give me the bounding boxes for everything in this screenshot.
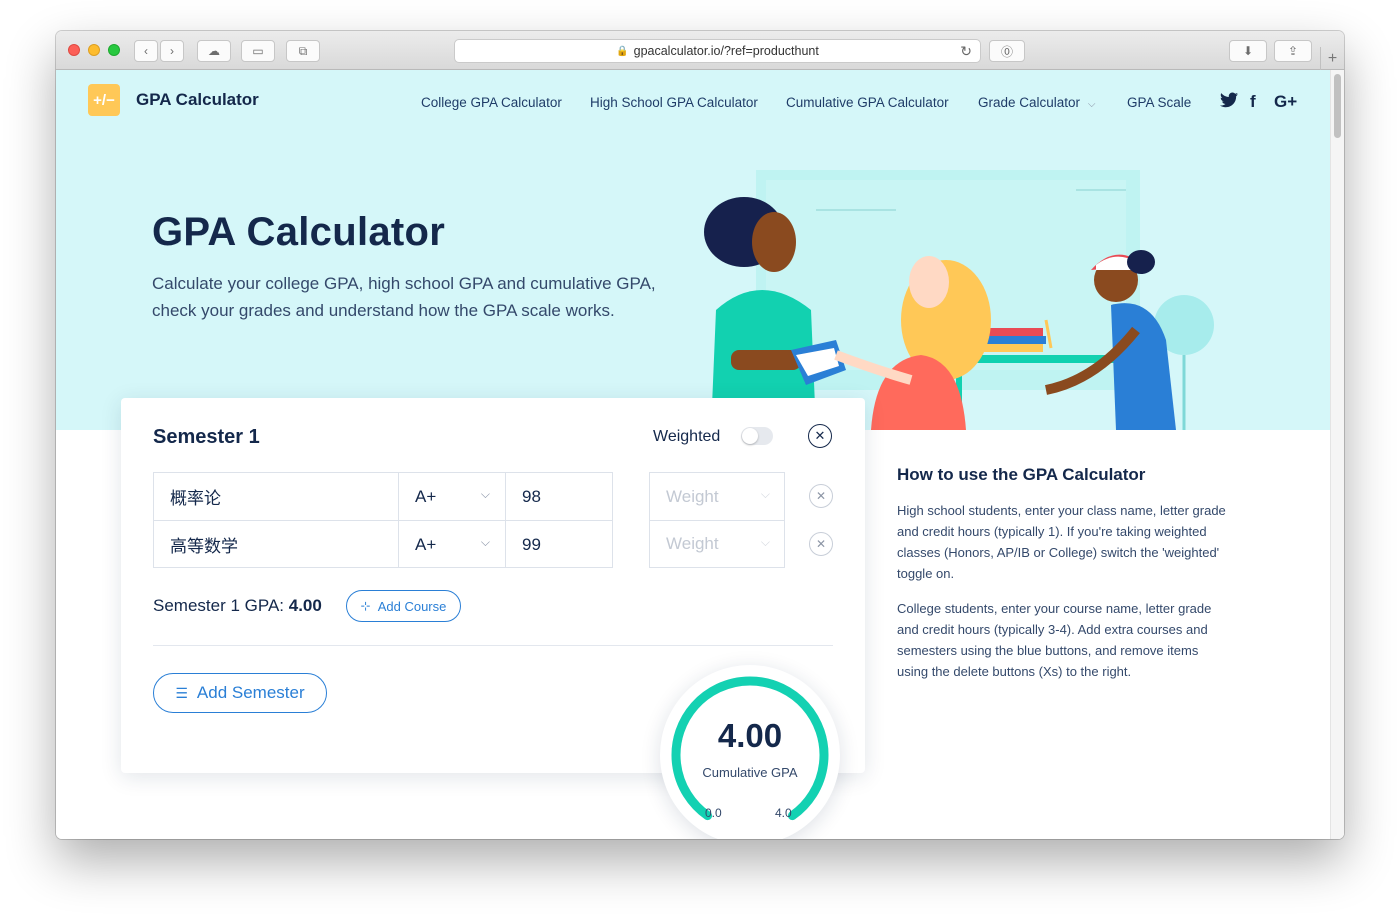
- chevron-right-icon: ›: [170, 44, 174, 58]
- nav-gpa-scale[interactable]: GPA Scale: [1127, 95, 1191, 110]
- icloud-tabs-button[interactable]: ☁: [197, 40, 231, 62]
- key-icon: ⓪: [1000, 44, 1013, 59]
- grade-value: A+: [415, 486, 437, 506]
- nav-cumulative-gpa[interactable]: Cumulative GPA Calculator: [786, 95, 949, 110]
- page-viewport: +/− GPA Calculator College GPA Calculato…: [56, 70, 1344, 839]
- share-button[interactable]: ⇪: [1274, 40, 1312, 62]
- close-window-button[interactable]: [68, 44, 80, 56]
- toggle-knob: [742, 428, 758, 444]
- download-icon: ⬇: [1242, 44, 1254, 58]
- weight-select[interactable]: Weight ⌵: [650, 520, 784, 567]
- google-plus-icon[interactable]: G+: [1274, 92, 1297, 112]
- downloads-button[interactable]: ⬇: [1229, 40, 1267, 62]
- address-text: gpacalculator.io/?ref=producthunt: [633, 44, 819, 58]
- weighted-toggle[interactable]: [741, 427, 773, 445]
- new-tab-button[interactable]: +: [1320, 47, 1344, 70]
- grade-select[interactable]: A+ ⌵: [398, 521, 504, 568]
- cumulative-gpa-label: Cumulative GPA: [702, 765, 798, 780]
- password-button[interactable]: ⓪: [989, 40, 1025, 62]
- gauge-min-label: 0.0: [705, 806, 722, 820]
- tab-overview-button[interactable]: ⧉: [286, 40, 320, 62]
- hero-section: +/− GPA Calculator College GPA Calculato…: [56, 70, 1330, 430]
- semester-gpa-value: 4.00: [288, 596, 322, 615]
- brand-name[interactable]: GPA Calculator: [136, 90, 259, 110]
- semester-gpa-label: Semester 1 GPA:: [153, 596, 285, 615]
- remove-course-button[interactable]: ✕: [809, 484, 833, 508]
- divider: [153, 645, 833, 646]
- remove-semester-button[interactable]: ✕: [808, 424, 832, 448]
- howto-title: How to use the GPA Calculator: [897, 465, 1146, 484]
- browser-titlebar: ‹ › ☁ ▭ ⧉ 🔒 gpacalculator.io/?ref=produc…: [56, 31, 1344, 70]
- twitter-icon[interactable]: [1220, 92, 1238, 113]
- howto-paragraph-college: College students, enter your course name…: [897, 601, 1212, 679]
- weight-column: Weight ⌵ Weight ⌵: [649, 472, 785, 568]
- howto-paragraph-high-school: High school students, enter your class n…: [897, 503, 1226, 581]
- nav-high-school-gpa[interactable]: High School GPA Calculator: [590, 95, 758, 110]
- grade-select[interactable]: A+ ⌵: [398, 473, 504, 520]
- page-title: GPA Calculator: [152, 210, 446, 254]
- students-illustration: [704, 170, 1214, 430]
- close-icon: ✕: [814, 428, 826, 443]
- add-semester-button[interactable]: ☰ Add Semester: [153, 673, 327, 713]
- facebook-icon[interactable]: f: [1250, 92, 1256, 112]
- course-table: 概率论 A+ ⌵ 98 高等数学 A+ ⌵ 99: [153, 472, 613, 568]
- close-icon: ✕: [815, 489, 827, 503]
- reload-icon[interactable]: ↻: [960, 43, 972, 60]
- cumulative-gpa-gauge: 4.00 Cumulative GPA 0.0 4.0: [660, 665, 840, 839]
- nav-college-gpa[interactable]: College GPA Calculator: [421, 95, 562, 110]
- cloud-icon: ☁: [208, 44, 220, 58]
- share-icon: ⇪: [1287, 44, 1299, 58]
- sidebar-icon: ▭: [252, 44, 264, 58]
- add-semester-label: Add Semester: [196, 683, 305, 702]
- plus-icon: +: [1327, 49, 1338, 67]
- add-course-label: Add Course: [377, 598, 447, 614]
- add-row-icon: ⊹: [360, 599, 371, 613]
- close-icon: ✕: [815, 537, 827, 551]
- sidebar-button[interactable]: ▭: [241, 40, 275, 62]
- back-button[interactable]: ‹: [134, 40, 158, 62]
- logo[interactable]: +/−: [88, 84, 120, 116]
- course-row: 概率论 A+ ⌵ 98: [154, 473, 612, 520]
- chevron-left-icon: ‹: [144, 44, 148, 58]
- chevron-down-icon: ⌵: [480, 535, 490, 549]
- course-name-input[interactable]: 概率论: [170, 473, 396, 520]
- chevron-down-icon: ⌵: [480, 487, 490, 501]
- gauge-max-label: 4.0: [775, 806, 792, 820]
- weight-placeholder: Weight: [666, 486, 719, 506]
- credits-input[interactable]: 99: [505, 521, 612, 568]
- chevron-down-icon: ⌵: [760, 535, 770, 549]
- add-list-icon: ☰: [175, 684, 188, 701]
- weight-select[interactable]: Weight ⌵: [650, 473, 784, 520]
- weighted-label: Weighted: [653, 428, 721, 445]
- semester-title[interactable]: Semester 1: [153, 426, 260, 449]
- lock-icon: 🔒: [616, 45, 629, 57]
- add-course-button[interactable]: ⊹ Add Course: [346, 590, 461, 622]
- minimize-window-button[interactable]: [88, 44, 100, 56]
- credits-input[interactable]: 98: [505, 473, 612, 520]
- course-name-input[interactable]: 高等数学: [170, 521, 396, 568]
- cumulative-gpa-value: 4.00: [717, 717, 783, 754]
- course-row: 高等数学 A+ ⌵ 99: [154, 520, 612, 568]
- chevron-down-icon: ⌵: [760, 487, 770, 501]
- page-subtitle: Calculate your college GPA, high school …: [152, 274, 656, 320]
- plus-minus-icon: +/−: [93, 91, 115, 109]
- scrollbar-thumb[interactable]: [1334, 74, 1341, 138]
- nav-grade-calculator-label: Grade Calculator: [978, 95, 1081, 110]
- grade-value: A+: [415, 534, 437, 554]
- nav-grade-calculator[interactable]: Grade Calculator ⌵: [978, 95, 1095, 110]
- vertical-scrollbar[interactable]: [1330, 70, 1344, 839]
- browser-window: ‹ › ☁ ▭ ⧉ 🔒 gpacalculator.io/?ref=produc…: [56, 31, 1344, 839]
- chevron-down-icon: ⌵: [1087, 99, 1096, 110]
- semester-gpa: Semester 1 GPA: 4.00: [153, 596, 322, 616]
- tabs-icon: ⧉: [298, 43, 308, 58]
- zoom-window-button[interactable]: [108, 44, 120, 56]
- weight-placeholder: Weight: [666, 534, 719, 553]
- forward-button[interactable]: ›: [160, 40, 184, 62]
- address-bar[interactable]: 🔒 gpacalculator.io/?ref=producthunt ↻: [454, 39, 981, 63]
- remove-course-button[interactable]: ✕: [809, 532, 833, 556]
